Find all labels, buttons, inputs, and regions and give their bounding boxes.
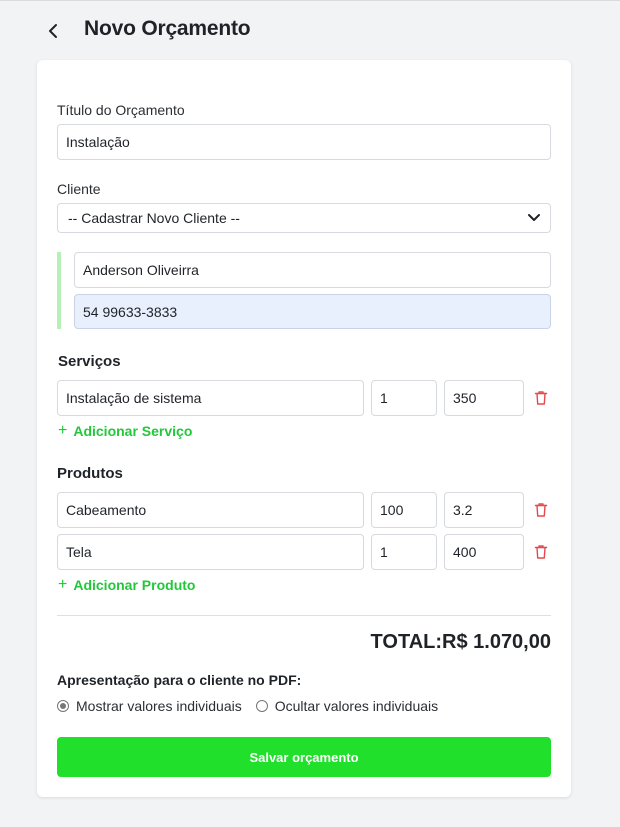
show-values-radio[interactable] bbox=[57, 700, 69, 712]
presentation-label: Apresentação para o cliente no PDF: bbox=[57, 672, 302, 688]
product-quantity-input[interactable] bbox=[371, 534, 437, 570]
product-price-input[interactable] bbox=[444, 492, 524, 528]
page-title: Novo Orçamento bbox=[84, 17, 251, 40]
remove-service-button[interactable] bbox=[533, 389, 549, 407]
client-label: Cliente bbox=[57, 181, 101, 197]
show-values-label[interactable]: Mostrar valores individuais bbox=[76, 698, 242, 714]
products-title: Produtos bbox=[57, 465, 123, 482]
service-quantity-input[interactable] bbox=[371, 380, 437, 416]
client-select-value: -- Cadastrar Novo Cliente -- bbox=[68, 210, 240, 226]
chevron-down-icon bbox=[528, 214, 540, 221]
add-product-button[interactable]: + Adicionar Produto bbox=[58, 576, 195, 594]
services-title: Serviços bbox=[58, 353, 121, 370]
back-button[interactable] bbox=[44, 19, 64, 43]
divider bbox=[57, 615, 551, 616]
service-description-input[interactable] bbox=[57, 380, 364, 416]
new-client-section bbox=[57, 252, 551, 329]
header: Novo Orçamento bbox=[0, 1, 620, 61]
total-amount: TOTAL:R$ 1.070,00 bbox=[370, 631, 551, 653]
title-input[interactable] bbox=[57, 124, 551, 160]
presentation-options: Mostrar valores individuais Ocultar valo… bbox=[57, 698, 438, 714]
plus-icon: + bbox=[58, 576, 68, 593]
chevron-left-icon bbox=[49, 24, 57, 38]
client-name-input[interactable] bbox=[74, 252, 551, 288]
hide-values-radio[interactable] bbox=[255, 700, 268, 712]
client-phone-input[interactable] bbox=[74, 294, 551, 329]
trash-icon bbox=[534, 391, 548, 405]
service-price-input[interactable] bbox=[444, 380, 524, 416]
product-description-input[interactable] bbox=[57, 534, 364, 570]
add-product-label: Adicionar Produto bbox=[73, 577, 196, 593]
plus-icon: + bbox=[58, 422, 68, 439]
trash-icon bbox=[534, 545, 548, 559]
hide-values-label[interactable]: Ocultar valores individuais bbox=[275, 698, 438, 714]
product-price-input[interactable] bbox=[444, 534, 524, 570]
product-quantity-input[interactable] bbox=[371, 492, 437, 528]
client-select[interactable]: -- Cadastrar Novo Cliente -- bbox=[57, 203, 551, 233]
add-service-label: Adicionar Serviço bbox=[73, 423, 193, 439]
save-button[interactable]: Salvar orçamento bbox=[57, 737, 551, 777]
trash-icon bbox=[534, 503, 548, 517]
title-label: Título do Orçamento bbox=[57, 102, 185, 118]
remove-product-button[interactable] bbox=[533, 543, 549, 561]
add-service-button[interactable]: + Adicionar Serviço bbox=[58, 422, 192, 440]
budget-form-card: Título do Orçamento Cliente -- Cadastrar… bbox=[37, 60, 571, 797]
remove-product-button[interactable] bbox=[533, 501, 549, 519]
product-description-input[interactable] bbox=[57, 492, 364, 528]
